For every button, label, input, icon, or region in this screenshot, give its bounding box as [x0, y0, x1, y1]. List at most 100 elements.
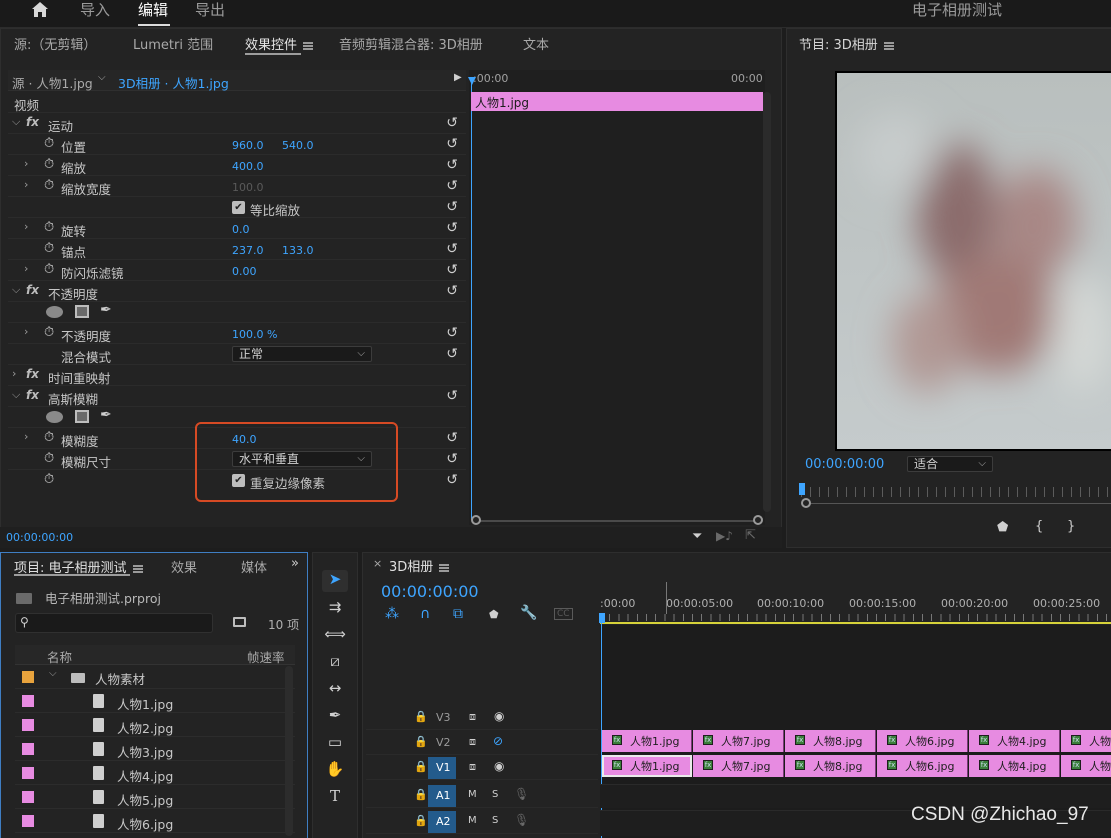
stopwatch-icon[interactable]: ⏱: [44, 220, 54, 235]
chevron-right-icon[interactable]: ›: [24, 157, 28, 170]
blend-mode-select[interactable]: 正常 ⌵: [232, 346, 372, 362]
rectangle-tool-icon[interactable]: ▭: [322, 733, 348, 755]
list-item[interactable]: 人物1.jpg: [15, 690, 295, 713]
tab-effects[interactable]: 效果: [171, 557, 197, 576]
effect-timecode[interactable]: 00:00:00:00: [6, 531, 73, 544]
timeline-clip[interactable]: fx 人物4.jpg: [969, 755, 1060, 777]
solo-button[interactable]: S: [492, 815, 498, 826]
scale-value[interactable]: 400.0: [232, 160, 264, 173]
tab-audio-mixer[interactable]: 音频剪辑混合器: 3D相册: [339, 34, 483, 53]
sync-lock-icon[interactable]: ⧈: [469, 710, 476, 724]
track-label[interactable]: V1: [436, 761, 451, 774]
lock-icon[interactable]: 🔒: [414, 814, 428, 827]
column-name[interactable]: 名称: [47, 647, 72, 666]
tab-media[interactable]: 媒体: [241, 557, 267, 576]
panel-overflow-icon[interactable]: »: [291, 556, 299, 571]
stopwatch-icon[interactable]: ⏱: [44, 136, 54, 151]
anchor-y-value[interactable]: 133.0: [282, 244, 314, 257]
timeline-clip[interactable]: fx 人物: [1061, 730, 1111, 752]
position-x-value[interactable]: 960.0: [232, 139, 264, 152]
lock-icon[interactable]: 🔒: [414, 735, 428, 748]
reset-icon[interactable]: ↺: [446, 262, 458, 278]
panel-menu-icon[interactable]: [303, 41, 314, 50]
playhead-marker[interactable]: [468, 77, 476, 85]
stopwatch-icon[interactable]: ⏱: [44, 472, 54, 487]
sync-lock-icon[interactable]: ⧈: [469, 760, 476, 774]
chevron-right-icon[interactable]: ›: [24, 325, 28, 338]
pen-tool-icon[interactable]: ✒: [322, 706, 348, 728]
rectangle-mask-icon[interactable]: [75, 410, 89, 423]
sequence-clip-label[interactable]: 3D相册 · 人物1.jpg: [118, 73, 229, 92]
filter-icon[interactable]: ⏷: [692, 529, 702, 544]
reset-icon[interactable]: ↺: [446, 283, 458, 299]
project-scrollbar[interactable]: [285, 666, 293, 836]
rectangle-mask-icon[interactable]: [75, 305, 89, 318]
ellipse-mask-icon[interactable]: [46, 306, 63, 318]
timeline-ruler[interactable]: :00:00 00:00:05:00 00:00:10:00 00:00:15:…: [600, 582, 1111, 624]
chevron-right-icon[interactable]: ›: [24, 430, 28, 443]
reset-icon[interactable]: ↺: [446, 220, 458, 236]
reset-icon[interactable]: ↺: [446, 199, 458, 215]
tab-text[interactable]: 文本: [523, 34, 549, 53]
program-scroll-track[interactable]: [805, 503, 1111, 504]
timeline-clip[interactable]: fx 人物: [1061, 755, 1111, 777]
list-item[interactable]: 人物6.jpg: [15, 810, 295, 833]
column-frame-rate[interactable]: 帧速率: [247, 647, 285, 666]
lock-icon[interactable]: 🔒: [414, 760, 428, 773]
solo-button[interactable]: S: [492, 789, 498, 800]
zoom-slider-right-handle[interactable]: [753, 515, 763, 525]
eye-icon[interactable]: ◉: [494, 759, 504, 773]
hand-tool-icon[interactable]: ✋: [322, 760, 348, 782]
zoom-slider-left-handle[interactable]: [471, 515, 481, 525]
type-tool-icon[interactable]: T: [322, 787, 348, 809]
mark-out-icon[interactable]: }: [1067, 519, 1075, 534]
tab-source[interactable]: 源:（无剪辑）: [14, 34, 96, 53]
reset-icon[interactable]: ↺: [446, 388, 458, 404]
lock-icon[interactable]: 🔒: [414, 788, 428, 801]
tab-edit[interactable]: 编辑: [138, 0, 168, 20]
selection-tool-icon[interactable]: ➤: [322, 570, 348, 592]
anchor-x-value[interactable]: 237.0: [232, 244, 264, 257]
linked-selection-icon[interactable]: ⧉: [453, 606, 463, 622]
tab-sequence[interactable]: 3D相册: [389, 556, 450, 575]
snap-icon[interactable]: ∩: [420, 606, 430, 622]
timeline-clip[interactable]: fx 人物6.jpg: [877, 755, 968, 777]
row-time-remap[interactable]: › fx 时间重映射: [8, 365, 466, 386]
add-marker-icon[interactable]: ⬟: [489, 608, 499, 621]
mute-button[interactable]: M: [468, 815, 477, 826]
marker-icon[interactable]: ⬟: [997, 520, 1008, 535]
slip-tool-icon[interactable]: ↔: [322, 679, 348, 701]
stopwatch-icon[interactable]: ⏱: [44, 325, 54, 340]
reset-icon[interactable]: ↺: [446, 430, 458, 446]
reset-icon[interactable]: ↺: [446, 472, 458, 488]
timeline-clip[interactable]: fx 人物8.jpg: [785, 730, 876, 752]
timeline-clip[interactable]: fx 人物7.jpg: [693, 730, 784, 752]
nest-icon[interactable]: ⁂: [385, 606, 399, 622]
uniform-scale-checkbox[interactable]: ✔: [232, 201, 245, 214]
stopwatch-icon[interactable]: ⏱: [44, 157, 54, 172]
close-icon[interactable]: ×: [373, 557, 382, 570]
pen-mask-icon[interactable]: ✒: [100, 407, 112, 423]
reset-icon[interactable]: ↺: [446, 325, 458, 341]
stopwatch-icon[interactable]: ⏱: [44, 430, 54, 445]
wrench-icon[interactable]: 🔧: [520, 605, 537, 621]
stopwatch-icon[interactable]: ⏱: [44, 241, 54, 256]
razor-tool-icon[interactable]: ⧄: [322, 652, 348, 674]
panel-menu-icon[interactable]: [132, 564, 143, 573]
reset-icon[interactable]: ↺: [446, 157, 458, 173]
project-search-input[interactable]: ⚲: [15, 613, 213, 633]
row-motion[interactable]: ⌵ fx 运动 ↺: [8, 113, 466, 134]
zoom-fit-select[interactable]: 适合 ⌵: [907, 456, 993, 472]
new-bin-icon[interactable]: [233, 617, 246, 627]
program-timecode[interactable]: 00:00:00:00: [805, 457, 884, 472]
ellipse-mask-icon[interactable]: [46, 411, 63, 423]
tab-effect-controls[interactable]: 效果控件: [245, 34, 314, 53]
fx-icon[interactable]: fx: [26, 115, 39, 129]
lock-icon[interactable]: 🔒: [414, 710, 428, 723]
fx-icon[interactable]: fx: [26, 283, 39, 297]
mark-in-icon[interactable]: {: [1035, 519, 1043, 534]
timeline-clip[interactable]: fx 人物6.jpg: [877, 730, 968, 752]
captions-icon[interactable]: CC: [554, 608, 573, 620]
program-playhead[interactable]: [799, 483, 805, 495]
panel-menu-icon[interactable]: [439, 563, 450, 572]
